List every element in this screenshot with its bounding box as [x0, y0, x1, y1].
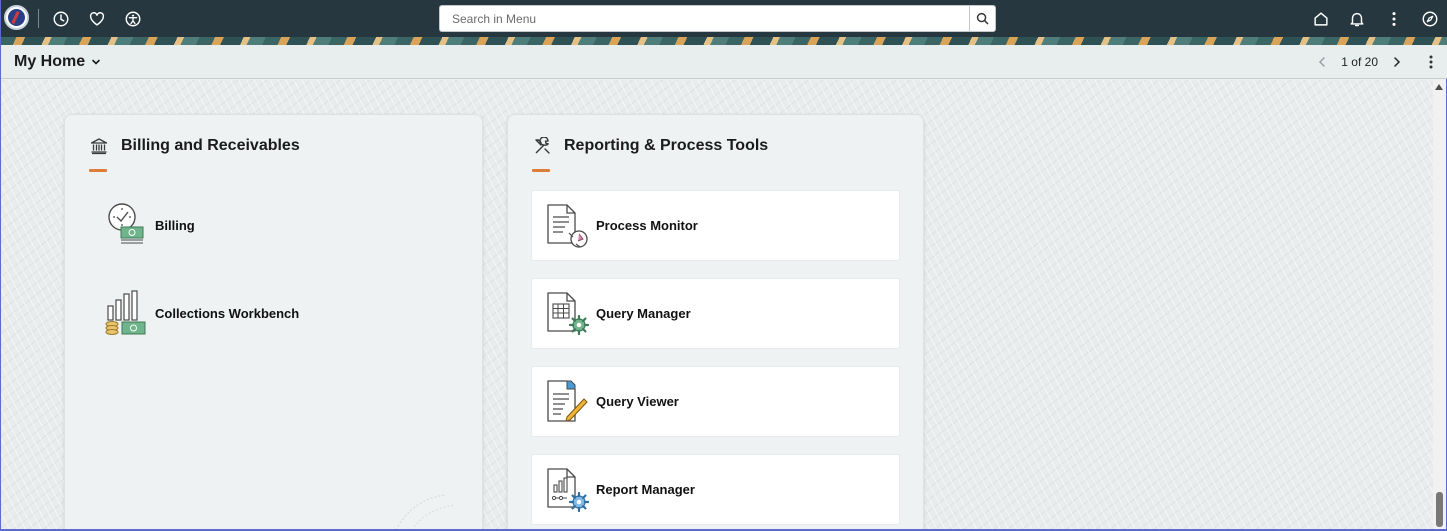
link-label: Process Monitor: [596, 218, 698, 233]
search-button[interactable]: [969, 5, 996, 32]
page-title: My Home: [14, 53, 86, 70]
top-navigation-bar: [1, 0, 1447, 37]
menu-search: [439, 5, 996, 32]
collections-chart-money-icon: [103, 290, 149, 336]
tile-header: Billing and Receivables: [89, 136, 300, 156]
card-query-manager[interactable]: Query Manager: [531, 278, 900, 349]
link-label: Billing: [155, 217, 195, 233]
search-icon: [976, 12, 989, 25]
pager-indicator: 1 of 20: [1341, 55, 1378, 69]
link-collections-workbench[interactable]: Collections Workbench: [103, 290, 299, 336]
link-label: Report Manager: [596, 482, 695, 497]
next-page-icon[interactable]: [1390, 55, 1404, 69]
card-report-manager[interactable]: Report Manager: [531, 454, 900, 525]
link-label: Collections Workbench: [155, 305, 300, 321]
notifications-icon[interactable]: [1346, 8, 1368, 30]
decorative-graphic: [396, 494, 456, 529]
scrollbar-thumb[interactable]: [1436, 492, 1443, 527]
tile-billing-and-receivables: Billing and Receivables Billing Collecti…: [64, 114, 483, 529]
navigator-compass-icon[interactable]: [1419, 8, 1441, 30]
scroll-up-arrow-icon[interactable]: [1435, 84, 1443, 90]
search-input[interactable]: [439, 5, 969, 32]
header-banner-pattern: [1, 37, 1447, 45]
tile-header: Reporting & Process Tools: [532, 136, 768, 156]
tile-reporting-and-process-tools: Reporting & Process Tools Process Monito…: [507, 114, 924, 529]
university-logo[interactable]: [4, 5, 29, 30]
chevron-down-icon: [92, 59, 100, 65]
homepage-pager: 1 of 20: [1315, 55, 1404, 69]
link-billing[interactable]: Billing: [103, 202, 195, 248]
more-actions-icon[interactable]: [1383, 8, 1405, 30]
accessibility-icon[interactable]: [122, 8, 144, 30]
home-icon[interactable]: [1310, 8, 1332, 30]
homepage-selector[interactable]: My Home: [14, 53, 101, 71]
divider: [38, 9, 39, 28]
report-manager-icon: [544, 467, 590, 513]
title-accent-underline: [89, 169, 107, 172]
vertical-scrollbar[interactable]: [1433, 80, 1446, 529]
link-label: Query Viewer: [596, 394, 679, 409]
tools-icon: [532, 136, 552, 156]
billing-clock-money-icon: [103, 202, 149, 248]
link-label: Query Manager: [596, 306, 691, 321]
process-monitor-icon: [544, 203, 590, 249]
tile-title: Reporting & Process Tools: [564, 137, 769, 154]
bank-icon: [89, 136, 109, 156]
page-actions-icon[interactable]: [1424, 54, 1438, 70]
card-process-monitor[interactable]: Process Monitor: [531, 190, 900, 261]
previous-page-icon[interactable]: [1315, 55, 1329, 69]
recent-history-icon[interactable]: [50, 8, 72, 30]
card-query-viewer[interactable]: Query Viewer: [531, 366, 900, 437]
query-viewer-icon: [544, 379, 590, 425]
page-header: My Home 1 of 20: [1, 45, 1447, 79]
tile-title: Billing and Receivables: [121, 137, 300, 154]
title-accent-underline: [532, 169, 550, 172]
query-manager-icon: [544, 291, 590, 337]
homepage-content: Billing and Receivables Billing Collecti…: [1, 80, 1433, 529]
favorites-icon[interactable]: [86, 8, 108, 30]
